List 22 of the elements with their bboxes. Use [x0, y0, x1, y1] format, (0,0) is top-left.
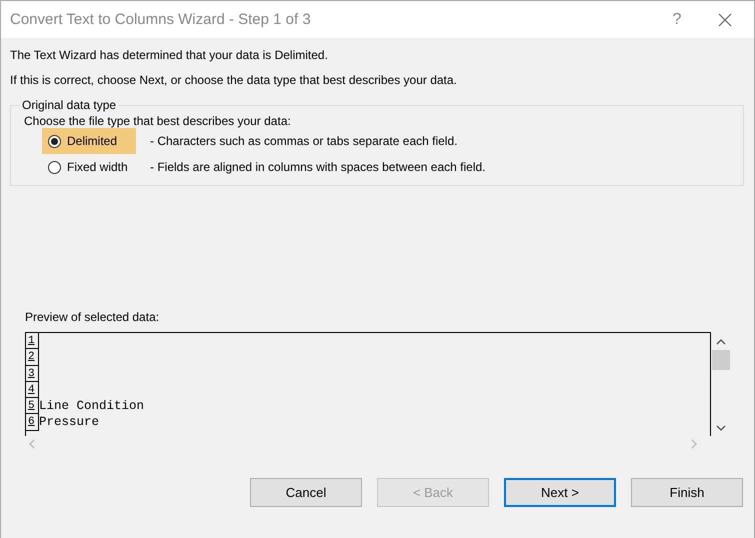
intro-text: The Text Wizard has determined that your data is Delimited.	[10, 48, 329, 62]
radio-option[interactable]: Delimited	[42, 128, 136, 154]
preview-line: Line Condition	[39, 398, 144, 414]
dialog-button[interactable]: Finish	[631, 478, 743, 507]
line-number: 6	[26, 414, 39, 431]
line-number: 2	[26, 349, 39, 366]
intro-text: If this is correct, choose Next, or choose the data type that best describes your data.	[10, 73, 458, 87]
line-number: 3	[26, 366, 39, 382]
dialog-button[interactable]: Next >	[504, 478, 616, 507]
line-number: 1	[26, 333, 39, 350]
option-description: - Characters such as commas or tabs separate each field.	[150, 134, 458, 148]
line-number: 5	[26, 398, 39, 414]
line-number: 4	[26, 382, 39, 398]
option-description: - Fields are aligned in columns with spaces between each field.	[150, 160, 486, 174]
preview-label: Preview of selected data:	[25, 310, 160, 324]
radio-option[interactable]: Fixed width	[42, 154, 136, 180]
window-title: Convert Text to Columns Wizard - Step 1 of 3	[10, 11, 312, 28]
preview-line: Pressure	[39, 414, 100, 431]
prompt-text: Choose the file type that best describes your data:	[24, 114, 292, 128]
dialog-button[interactable]: Cancel	[250, 478, 362, 507]
group-legend: Original data type	[20, 98, 118, 112]
help-button[interactable]: ?	[654, 10, 700, 28]
